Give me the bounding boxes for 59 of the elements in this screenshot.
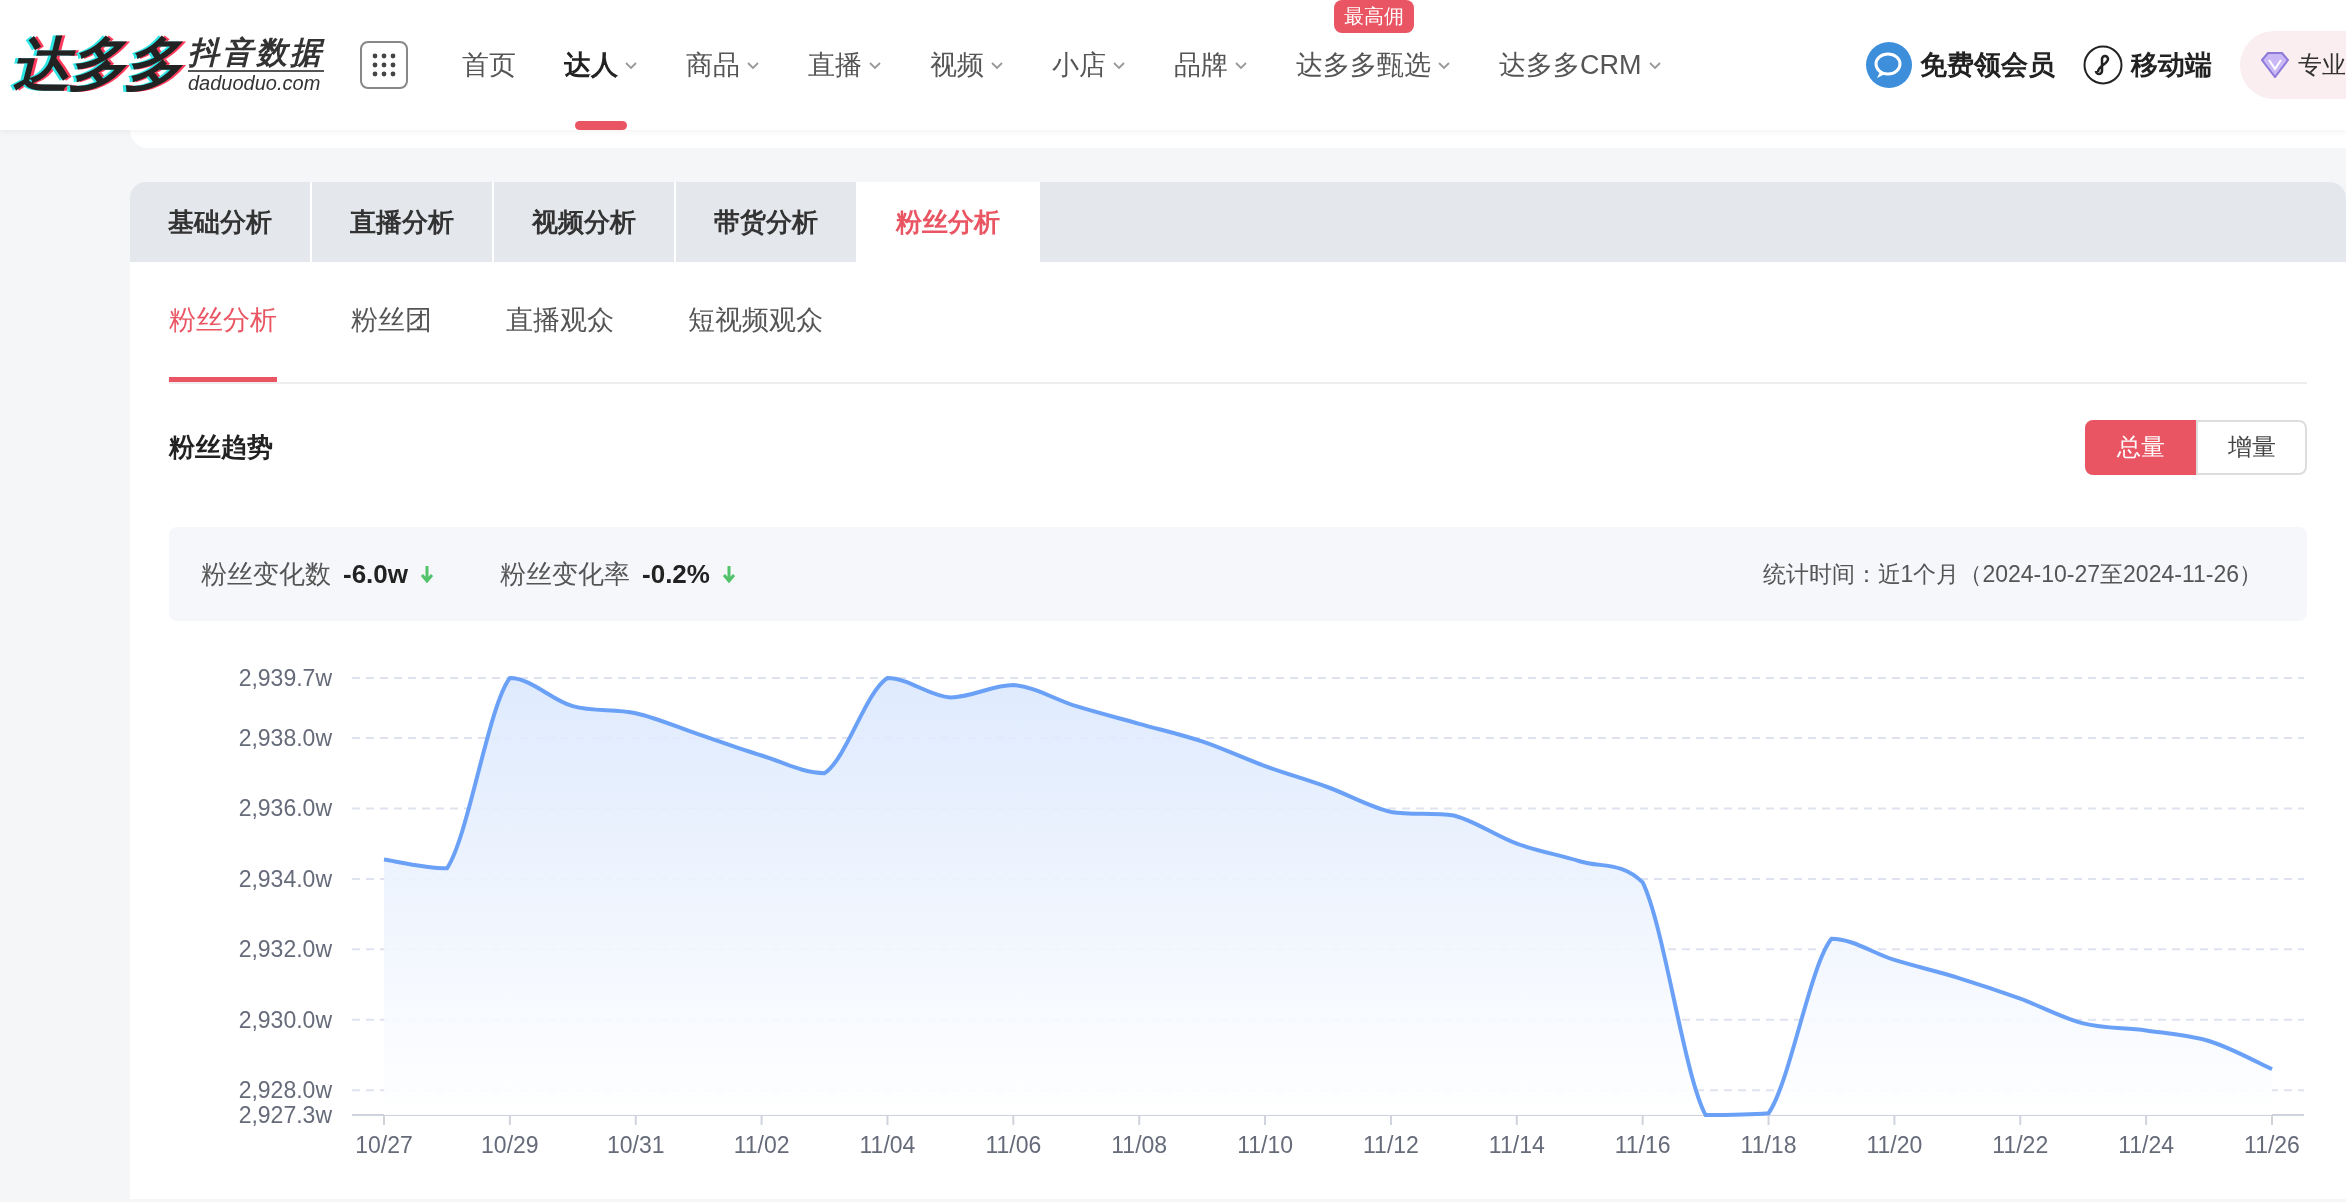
toggle-button[interactable]: 增量	[2196, 419, 2307, 475]
stat-label: 粉丝变化率	[500, 557, 631, 591]
period-text: 统计时间：近1个月（2024-10-27至2024-11-26）	[1762, 559, 2262, 589]
tab[interactable]: 基础分析	[130, 182, 312, 262]
axis-label: 11/16	[1614, 1132, 1671, 1158]
axis-label: 2,930.0w	[238, 1006, 332, 1033]
axis-label: 11/26	[2244, 1132, 2300, 1158]
axis-label: 2,927.3w	[238, 1102, 332, 1128]
chat-bubble-icon	[1866, 42, 1912, 88]
axis-label: 10/29	[481, 1132, 539, 1158]
axis-label: 2,928.0w	[238, 1077, 332, 1104]
axis-label: 10/31	[606, 1132, 665, 1158]
stat-value: -6.0w	[343, 558, 409, 590]
nav-item[interactable]: 直播	[784, 39, 906, 91]
nav-item[interactable]: 首页	[438, 39, 540, 91]
axis-label: 11/24	[2118, 1132, 2175, 1158]
nav-item[interactable]: 达多多CRM	[1475, 39, 1686, 91]
axis-label: 2,938.0w	[238, 724, 332, 751]
header-link[interactable]: 免费领会员	[1866, 42, 2055, 88]
axis-label: 11/12	[1363, 1132, 1419, 1158]
tab[interactable]: 粉丝分析	[858, 182, 1040, 262]
nav-item[interactable]: 商品	[662, 39, 784, 91]
nav-item[interactable]: 达人	[540, 39, 662, 91]
nav-badge: 最高佣	[1333, 0, 1414, 33]
nav-item[interactable]: 小店	[1028, 39, 1150, 91]
axis-label: 11/22	[1992, 1132, 2049, 1158]
axis-label: 11/18	[1740, 1132, 1797, 1158]
sub-tab[interactable]: 粉丝团	[351, 262, 432, 382]
header-link[interactable]: 移动端	[2083, 45, 2212, 85]
axis-label: 10/27	[355, 1132, 413, 1158]
axis-label: 2,932.0w	[238, 936, 332, 963]
stat-value: -0.2%	[642, 558, 710, 590]
axis-label: 11/10	[1237, 1132, 1293, 1158]
axis-label: 11/02	[733, 1132, 790, 1158]
axis-label: 11/20	[1866, 1132, 1923, 1158]
apps-menu-button[interactable]	[360, 41, 408, 89]
axis-label: 11/06	[985, 1132, 1042, 1158]
axis-label: 11/04	[859, 1132, 916, 1158]
diamond-icon	[2260, 52, 2290, 78]
section-title: 粉丝趋势	[169, 430, 273, 464]
sub-tab[interactable]: 短视频观众	[688, 262, 823, 382]
nav-item[interactable]: 品牌	[1150, 39, 1272, 91]
pro-link[interactable]: 专业	[2240, 31, 2346, 99]
nav-item[interactable]: 达多多甄选	[1272, 39, 1475, 91]
axis-label: 2,936.0w	[238, 795, 332, 822]
nav-item[interactable]: 视频	[906, 39, 1028, 91]
axis-label: 11/08	[1111, 1132, 1168, 1158]
active-indicator	[575, 121, 627, 130]
sub-tab[interactable]: 粉丝分析	[169, 262, 277, 382]
link-icon	[2083, 45, 2123, 85]
toggle-button[interactable]: 总量	[2085, 419, 2196, 475]
logo-domain: daduoduo.com	[188, 72, 322, 96]
sub-tab[interactable]: 直播观众	[506, 262, 614, 382]
axis-label: 2,934.0w	[238, 865, 332, 892]
stat-label: 粉丝变化数	[201, 557, 331, 591]
axis-label: 11/14	[1488, 1132, 1545, 1158]
axis-label: 2,939.7w	[238, 665, 332, 691]
grid-icon	[371, 52, 397, 78]
logo-title: 抖音数据	[188, 34, 324, 73]
